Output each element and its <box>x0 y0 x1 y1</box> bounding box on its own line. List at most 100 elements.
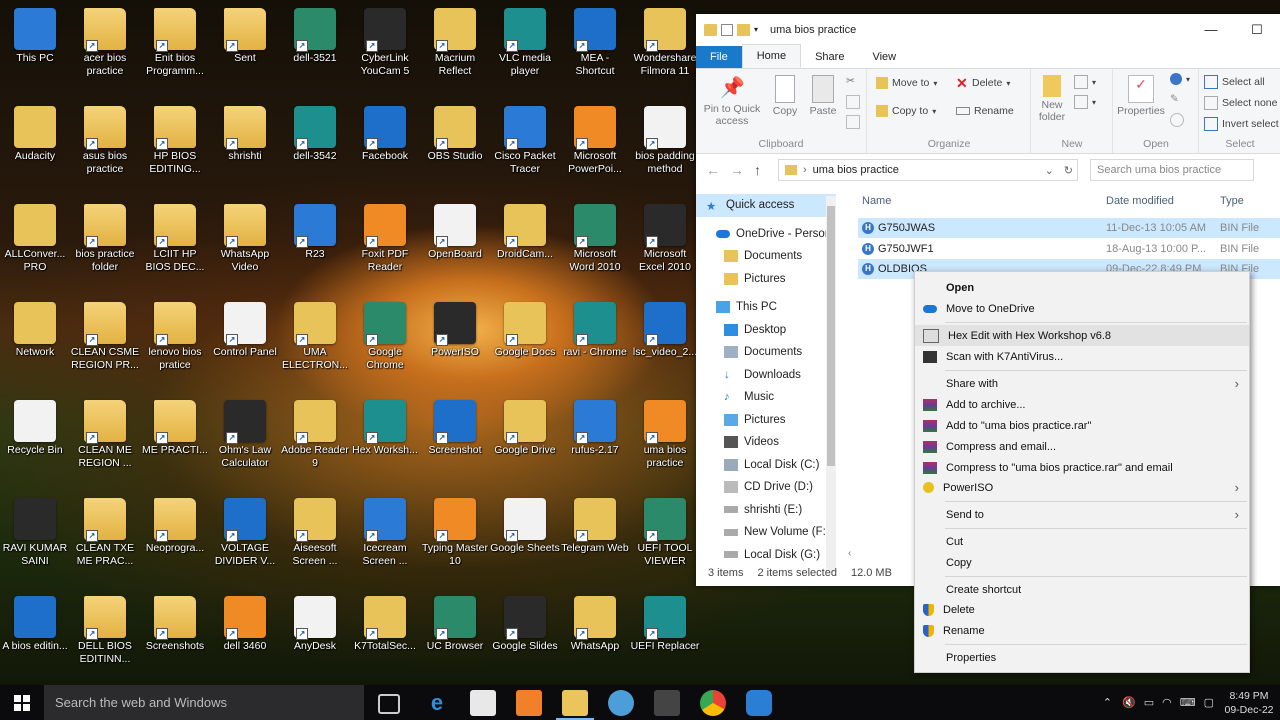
desktop-shortcut[interactable]: A bios editin... <box>0 592 70 688</box>
desktop-shortcut[interactable]: ↗ DELL BIOS EDITINN... <box>70 592 140 688</box>
desktop-shortcut[interactable]: ↗ UC Browser <box>420 592 490 688</box>
desktop-shortcut[interactable]: ↗ lenovo bios pratice <box>140 298 210 394</box>
desktop-shortcut[interactable]: ↗ Google Chrome <box>350 298 420 394</box>
tray-overflow-icon[interactable]: ⌃ <box>1097 696 1118 709</box>
menu-add-to-rar[interactable]: Add to "uma bios practice.rar" <box>915 415 1249 436</box>
desktop-shortcut[interactable]: ↗ Icecream Screen ... <box>350 494 420 590</box>
desktop-shortcut[interactable]: ↗ UEFI Replacer <box>630 592 700 688</box>
desktop-shortcut[interactable]: Network <box>0 298 70 394</box>
desktop-shortcut[interactable]: ↗ dell-3521 <box>280 4 350 100</box>
paste-button[interactable]: Paste <box>806 75 840 117</box>
desktop-shortcut[interactable]: ↗ Aiseesoft Screen ... <box>280 494 350 590</box>
tab-share[interactable]: Share <box>801 46 858 68</box>
desktop-shortcut[interactable]: ↗ OBS Studio <box>420 102 490 198</box>
menu-open[interactable]: Open <box>915 277 1249 298</box>
desktop-shortcut[interactable]: ↗ dell-3542 <box>280 102 350 198</box>
desktop-shortcut[interactable]: ↗ Enit bios Programm... <box>140 4 210 100</box>
desktop-shortcut[interactable]: ↗ shrishti <box>210 102 280 198</box>
desktop-shortcut[interactable]: ↗ Google Slides <box>490 592 560 688</box>
menu-delete[interactable]: Delete <box>915 599 1249 620</box>
desktop-shortcut[interactable]: ↗ ME PRACTI... <box>140 396 210 492</box>
taskbar-clock[interactable]: 8:49 PM 09-Dec-22 <box>1218 689 1280 717</box>
new-folder-button[interactable]: New folder <box>1036 75 1068 123</box>
desktop-shortcut[interactable]: ↗ Google Sheets <box>490 494 560 590</box>
easy-access-button[interactable]: ▾ <box>1074 95 1096 109</box>
copy-to-button[interactable]: Copy to ▾ <box>876 105 936 117</box>
screen-recorder-icon[interactable] <box>654 690 680 716</box>
task-view-icon[interactable] <box>378 694 400 714</box>
desktop-shortcut[interactable]: ↗ Ohm's Law Calculator <box>210 396 280 492</box>
desktop-shortcut[interactable]: ↗ uma bios practice <box>630 396 700 492</box>
desktop-shortcut[interactable]: ↗ Cisco Packet Tracer <box>490 102 560 198</box>
desktop-shortcut[interactable]: ↗ Google Docs <box>490 298 560 394</box>
file-explorer-taskbar-icon[interactable] <box>556 690 594 720</box>
column-type[interactable]: Type <box>1220 195 1280 207</box>
desktop-shortcut[interactable]: ↗ Wondershare Filmora 11 <box>630 4 700 100</box>
edit-button[interactable]: ✎ <box>1170 93 1182 105</box>
desktop-shortcut[interactable]: ↗ bios practice folder <box>70 200 140 296</box>
menu-scan-k7[interactable]: Scan with K7AntiVirus... <box>915 346 1249 367</box>
desktop-shortcut[interactable]: RAVI KUMAR SAINI <box>0 494 70 590</box>
nav-local-disk-c[interactable]: Local Disk (C:) <box>696 454 836 477</box>
nav-pictures[interactable]: Pictures <box>696 409 836 432</box>
desktop-shortcut[interactable]: Audacity <box>0 102 70 198</box>
back-arrow-icon[interactable]: ← <box>706 162 722 178</box>
column-name[interactable]: Name <box>858 195 1106 207</box>
customize-qat-icon[interactable]: ▾ <box>754 24 762 36</box>
nav-quick-access[interactable]: ★ Quick access <box>696 194 836 217</box>
desktop-shortcut[interactable]: ↗ asus bios practice <box>70 102 140 198</box>
uc-browser-icon[interactable] <box>516 690 542 716</box>
desktop-shortcut[interactable]: ↗ Google Drive <box>490 396 560 492</box>
nav-cd-drive-d[interactable]: CD Drive (D:) <box>696 476 836 499</box>
keyboard-icon[interactable]: ⌨ <box>1176 696 1200 709</box>
menu-copy[interactable]: Copy <box>915 552 1249 573</box>
desktop-shortcut[interactable]: ↗ K7TotalSec... <box>350 592 420 688</box>
notification-icon[interactable]: ▢ <box>1200 696 1218 709</box>
desktop-shortcut[interactable]: This PC <box>0 4 70 100</box>
desktop-shortcut[interactable]: ↗ DroidCam... <box>490 200 560 296</box>
new-folder-icon[interactable] <box>737 24 750 36</box>
desktop-shortcut[interactable]: ↗ VOLTAGE DIVIDER V... <box>210 494 280 590</box>
desktop-shortcut[interactable]: ↗ Neoprogra... <box>140 494 210 590</box>
taskbar-search-input[interactable]: Search the web and Windows <box>44 685 364 720</box>
desktop-shortcut[interactable]: ↗ Microsoft Word 2010 <box>560 200 630 296</box>
store-icon[interactable] <box>470 690 496 716</box>
desktop-shortcut[interactable]: ↗ AnyDesk <box>280 592 350 688</box>
desktop-shortcut[interactable]: ↗ ravi - Chrome <box>560 298 630 394</box>
desktop-shortcut[interactable]: ↗ Adobe Reader 9 <box>280 396 350 492</box>
desktop-shortcut[interactable]: ↗ Control Panel <box>210 298 280 394</box>
nav-music[interactable]: ♪ Music <box>696 386 836 409</box>
desktop-shortcut[interactable]: ↗ Sent <box>210 4 280 100</box>
desktop-shortcut[interactable]: ↗ OpenBoard <box>420 200 490 296</box>
tab-view[interactable]: View <box>858 46 910 68</box>
desktop-shortcut[interactable]: ↗ VLC media player <box>490 4 560 100</box>
menu-hex-edit[interactable]: Hex Edit with Hex Workshop v6.8 <box>915 325 1249 346</box>
desktop-shortcut[interactable]: Recycle Bin <box>0 396 70 492</box>
tab-home[interactable]: Home <box>741 44 802 68</box>
menu-compress-rar-email[interactable]: Compress to "uma bios practice.rar" and … <box>915 457 1249 478</box>
rename-button[interactable]: Rename <box>956 105 1014 117</box>
file-row[interactable]: H G750JWAS 11-Dec-13 10:05 AM BIN File <box>858 218 1280 238</box>
nav-downloads[interactable]: ↓ Downloads <box>696 364 836 387</box>
copy-path-button[interactable] <box>846 95 860 109</box>
nav-onedrive-pictures[interactable]: Pictures <box>696 268 836 291</box>
scroll-left-icon[interactable]: ‹ <box>848 548 851 559</box>
desktop-shortcut[interactable]: ↗ Screenshot <box>420 396 490 492</box>
desktop-shortcut[interactable]: ↗ Microsoft PowerPoi... <box>560 102 630 198</box>
paste-shortcut-button[interactable] <box>846 115 860 129</box>
forward-arrow-icon[interactable]: → <box>730 162 746 178</box>
desktop-shortcut[interactable]: ↗ Facebook <box>350 102 420 198</box>
menu-create-shortcut[interactable]: Create shortcut <box>915 579 1249 600</box>
menu-poweriso[interactable]: PowerISO › <box>915 477 1249 498</box>
desktop-shortcut[interactable]: ↗ WhatsApp <box>560 592 630 688</box>
tab-file[interactable]: File <box>696 46 742 68</box>
address-dropdown-icon[interactable]: ⌄ <box>1045 164 1054 177</box>
nav-shrishti-e[interactable]: shrishti (E:) <box>696 499 836 522</box>
copy-button[interactable]: Copy <box>768 75 802 117</box>
select-all-button[interactable]: Select all <box>1204 75 1265 89</box>
desktop-shortcut[interactable]: ↗ lsc_video_2... <box>630 298 700 394</box>
properties-button[interactable]: ✓ Properties <box>1116 75 1166 117</box>
nav-onedrive[interactable]: OneDrive - Persor <box>696 223 836 246</box>
pin-quick-access-button[interactable]: 📌 Pin to Quick access <box>702 75 762 127</box>
properties-icon[interactable] <box>721 24 733 36</box>
